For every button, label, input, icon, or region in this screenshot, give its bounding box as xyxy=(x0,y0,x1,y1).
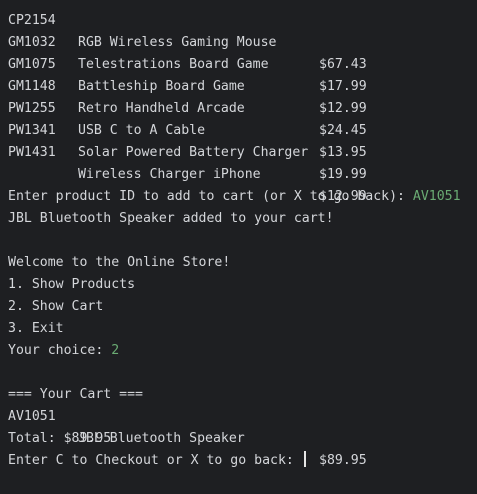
choice-prompt: Your choice: 2 xyxy=(0,318,477,358)
product-row: GM1032 Telestrations Board Game $17.99 xyxy=(0,10,477,94)
product-row: PW1341 Solar Powered Battery Charger $19… xyxy=(0,98,477,182)
product-row: CP2154 RGB Wireless Gaming Mouse $67.43 xyxy=(0,0,477,72)
welcome-line: Welcome to the Online Store! xyxy=(0,230,477,270)
menu-option: 1. Show Products xyxy=(0,252,477,292)
text-cursor[interactable] xyxy=(303,451,306,467)
menu-option: 3. Exit xyxy=(0,296,477,336)
product-row: PW1431 Wireless Charger iPhone $12.99 xyxy=(0,120,477,204)
cart-row: AV1051 JBL Bluetooth Speaker $89.95 xyxy=(0,384,477,468)
checkout-prompt-text: Enter C to Checkout or X to go back: xyxy=(8,453,302,468)
add-to-cart-prompt: Enter product ID to add to cart (or X to… xyxy=(0,164,477,204)
product-row: GM1075 Battleship Board Game $12.99 xyxy=(0,32,477,116)
cart-item-price: $89.95 xyxy=(319,453,367,468)
added-message: JBL Bluetooth Speaker added to your cart… xyxy=(0,186,477,226)
cart-total: Total: $89.95 xyxy=(0,406,477,446)
cart-header: === Your Cart === xyxy=(0,362,477,402)
checkout-prompt[interactable]: Enter C to Checkout or X to go back: xyxy=(0,428,477,468)
product-row: GM1148 Retro Handheld Arcade $24.45 xyxy=(0,54,477,138)
terminal-output: CP2154 RGB Wireless Gaming Mouse $67.43 … xyxy=(0,0,477,468)
product-row: PW1255 USB C to A Cable $13.95 xyxy=(0,76,477,160)
menu-option: 2. Show Cart xyxy=(0,274,477,314)
